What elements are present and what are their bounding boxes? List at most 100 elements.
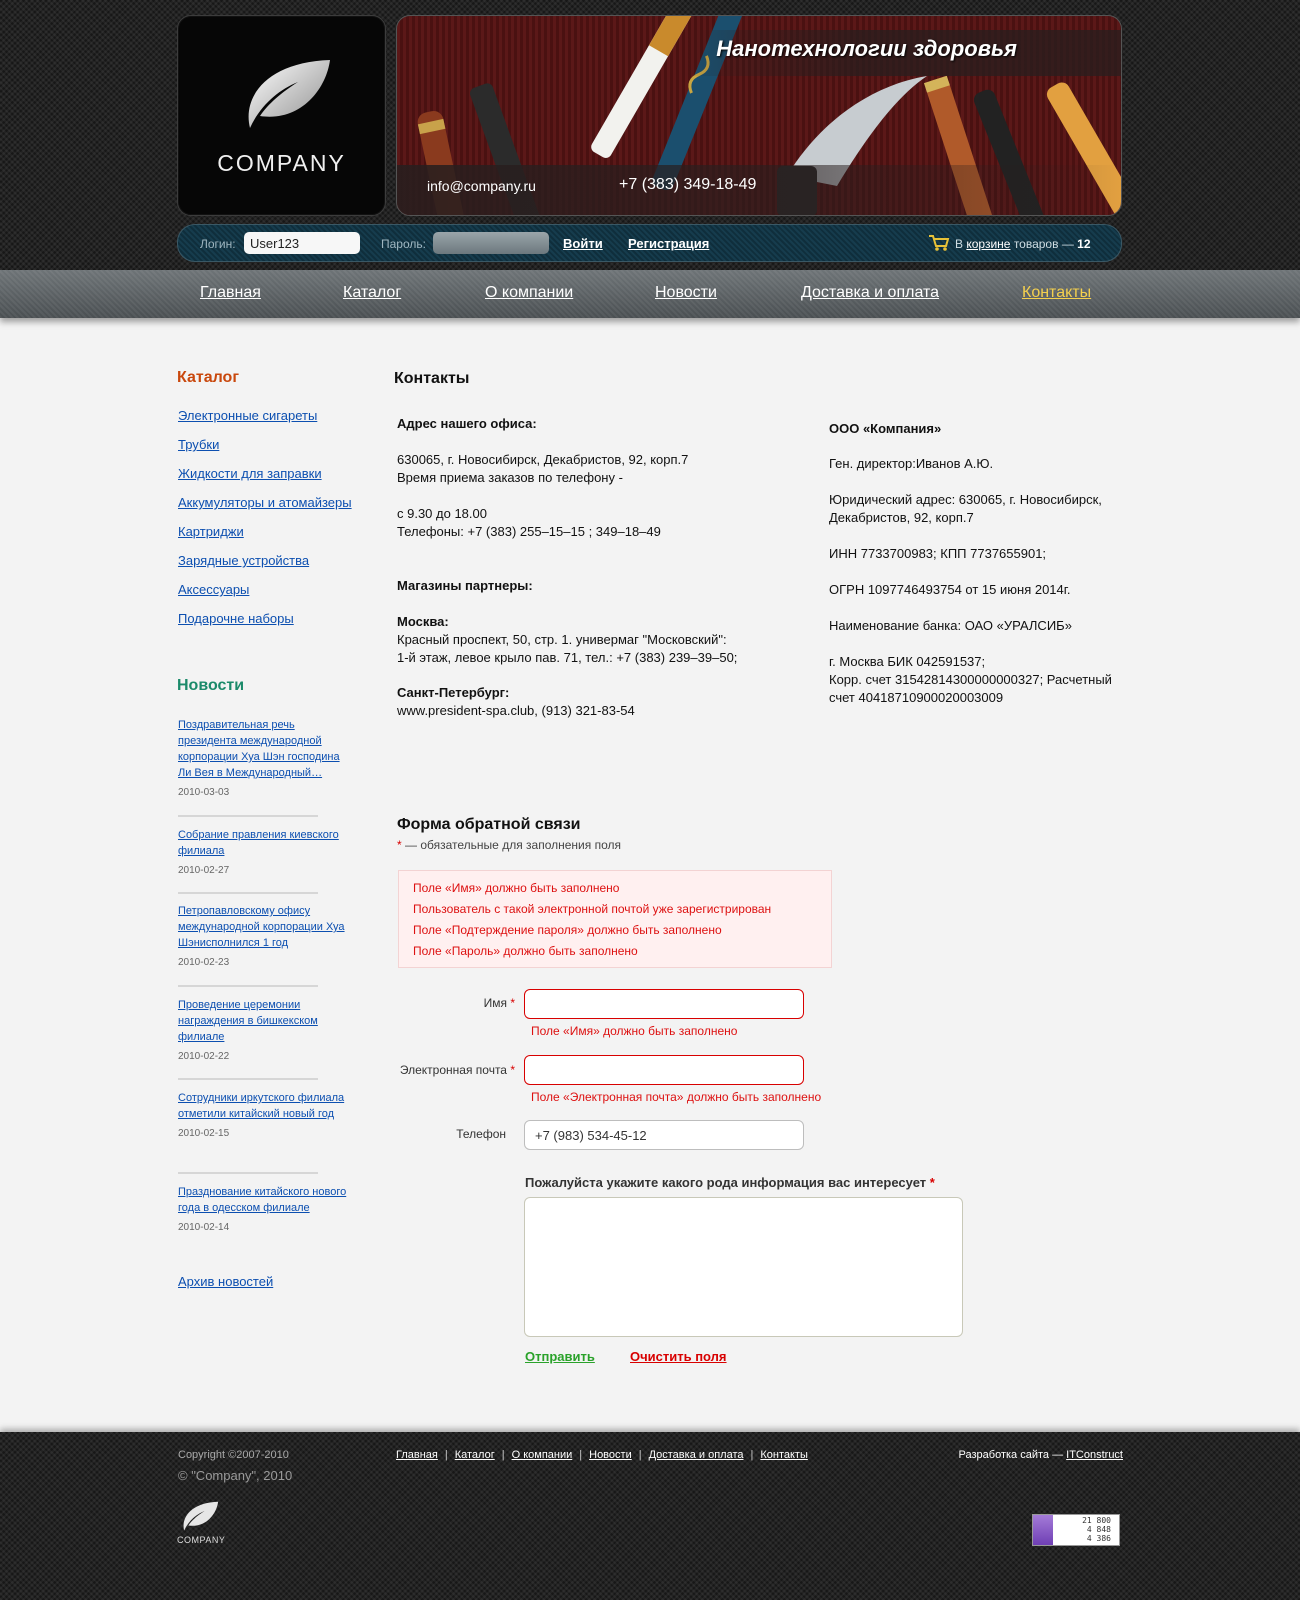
email-input[interactable] [524,1055,804,1085]
cart-suffix: товаров — [1013,237,1074,251]
required-star: * [397,838,402,852]
news-link[interactable]: Проведение церемонии награждения в бишке… [178,997,348,1045]
error-message: Пользователь с такой электронной почтой … [413,902,772,916]
news-date: 2010-02-15 [178,1128,230,1139]
login-input[interactable] [244,232,360,254]
banner: Нанотехнологии здоровья info@company.ru … [396,15,1122,216]
news-heading: Новости [177,677,245,694]
nav-item-home[interactable]: Главная [200,284,261,302]
footer-nav-separator: | [638,1449,642,1461]
cart-link[interactable]: корзине [966,237,1010,251]
news-archive-link[interactable]: Архив новостей [178,1274,273,1289]
nav-item-about[interactable]: О компании [485,284,573,302]
footer-nav-separator: | [501,1449,505,1461]
footer-copyright: Copyright ©2007-2010 [178,1449,289,1461]
register-link[interactable]: Регистрация [628,236,709,251]
footer-nav-about[interactable]: О компании [512,1449,573,1461]
form-error-summary: Поле «Имя» должно быть заполнено Пользов… [398,870,832,968]
email-label: Электронная почта * [380,1063,515,1077]
news-link[interactable]: Сотрудники иркутского филиала отметили к… [178,1090,348,1122]
spb-heading: Санкт-Петербург: [397,685,510,700]
catalog-item[interactable]: Аксессуары [178,582,249,597]
form-required-note: * — обязательные для заполнения поля [397,838,621,852]
logo-text: COMPANY [217,150,346,176]
catalog-item[interactable]: Подарочне наборы [178,611,294,626]
name-input[interactable] [524,989,804,1019]
developer-credit: Разработка сайта — ITConstruct [959,1449,1123,1461]
login-button[interactable]: Войти [563,236,603,251]
cart-icon[interactable] [928,234,950,252]
leaf-logo-icon [248,60,330,128]
name-label-text: Имя [483,996,507,1010]
footer-nav-catalog[interactable]: Каталог [455,1449,495,1461]
phone-label: Телефон [456,1127,506,1141]
news-item: Сотрудники иркутского филиала отметили к… [178,1090,348,1139]
catalog-item[interactable]: Электронные сигареты [178,408,317,423]
news-date: 2010-02-23 [178,957,230,968]
news-link[interactable]: Собрание правления киевского филиала [178,827,348,859]
nav-item-contacts[interactable]: Контакты [1022,284,1091,302]
phone-input[interactable] [524,1120,804,1150]
footer-nav-contacts[interactable]: Контакты [760,1449,808,1461]
news-item: Поздравительная речь президента междунар… [178,717,348,798]
footer-logo-text: COMPANY [177,1535,226,1545]
news-date: 2010-02-27 [178,865,230,876]
footer-nav-delivery[interactable]: Доставка и оплата [649,1449,744,1461]
nav-item-delivery[interactable]: Доставка и оплата [801,284,939,302]
partners-heading: Магазины партнеры: [397,578,533,593]
name-label: Имя * [440,996,515,1010]
required-star: * [510,1063,515,1077]
footer-nav-separator: | [579,1449,583,1461]
question-textarea[interactable] [524,1197,963,1337]
developer-credit-text: Разработка сайта — [958,1449,1064,1461]
news-item: Собрание правления киевского филиала 201… [178,827,348,876]
news-link[interactable]: Поздравительная речь президента междунар… [178,717,348,781]
catalog-item[interactable]: Жидкости для заправки [178,466,322,481]
footer-copyright-company: © "Company", 2010 [178,1468,293,1483]
email-error: Поле «Электронная почта» должно быть зап… [531,1090,822,1104]
catalog-item[interactable]: Трубки [178,437,219,452]
nav-item-catalog[interactable]: Каталог [343,284,401,302]
page-title: Контакты [394,370,470,387]
catalog-heading: Каталог [177,369,239,386]
news-divider [178,892,318,894]
catalog-item[interactable]: Картриджи [178,524,244,539]
clear-button[interactable]: Очистить поля [630,1349,727,1364]
moscow-heading: Москва: [397,614,449,629]
footer-nav-news[interactable]: Новости [589,1449,632,1461]
office-address: 630065, г. Новосибирск, Декабристов, 92,… [397,452,689,539]
error-message: Поле «Подтерждение пароля» должно быть з… [413,923,722,937]
header: COMPANY Нанотехнологии здоровья info@com… [0,0,1300,270]
nav-item-news[interactable]: Новости [655,284,717,302]
news-divider [178,985,318,987]
login-bar: Логин: Пароль: Войти Регистрация В корзи… [177,224,1122,262]
footer-leaf-logo-icon[interactable] [177,1500,221,1534]
cart-summary: В корзине товаров — 12 [955,237,1091,251]
main-nav: Главная Каталог О компании Новости Доста… [0,270,1300,318]
news-date: 2010-03-03 [178,787,230,798]
catalog-item[interactable]: Аккумуляторы и атомайзеры [178,495,352,510]
header-email[interactable]: info@company.ru [427,178,536,194]
news-item: Петропавловскому офису международной кор… [178,903,348,968]
banner-title: Нанотехнологии здоровья [716,36,1017,61]
required-note-text: — обязательные для заполнения поля [405,838,621,852]
cart-count: 12 [1077,237,1091,251]
email-label-text: Электронная почта [399,1063,507,1077]
news-link[interactable]: Петропавловскому офису международной кор… [178,903,348,951]
footer-nav-home[interactable]: Главная [396,1449,438,1461]
counter-chart-icon [1033,1515,1053,1545]
footer-nav-separator: | [750,1449,754,1461]
required-star: * [510,996,515,1010]
catalog-item[interactable]: Зарядные устройства [178,553,309,568]
counter-value: 4 848 [1086,1525,1111,1534]
company-requisites: Ген. директор:Иванов А.Ю. Юридический ад… [829,456,1112,705]
moscow-address: Красный проспект, 50, стр. 1. универмаг … [397,632,738,665]
developer-link[interactable]: ITConstruct [1066,1449,1123,1461]
visit-counter[interactable]: 21 800 4 848 4 386 [1032,1514,1120,1546]
logo[interactable]: COMPANY [177,15,386,216]
submit-button[interactable]: Отправить [525,1349,595,1364]
news-divider [178,1078,318,1080]
footer-nav: Главная | Каталог | О компании | Новости | Доста… [396,1449,808,1461]
password-input[interactable] [433,232,549,254]
news-link[interactable]: Празднование китайского нового года в од… [178,1184,348,1216]
